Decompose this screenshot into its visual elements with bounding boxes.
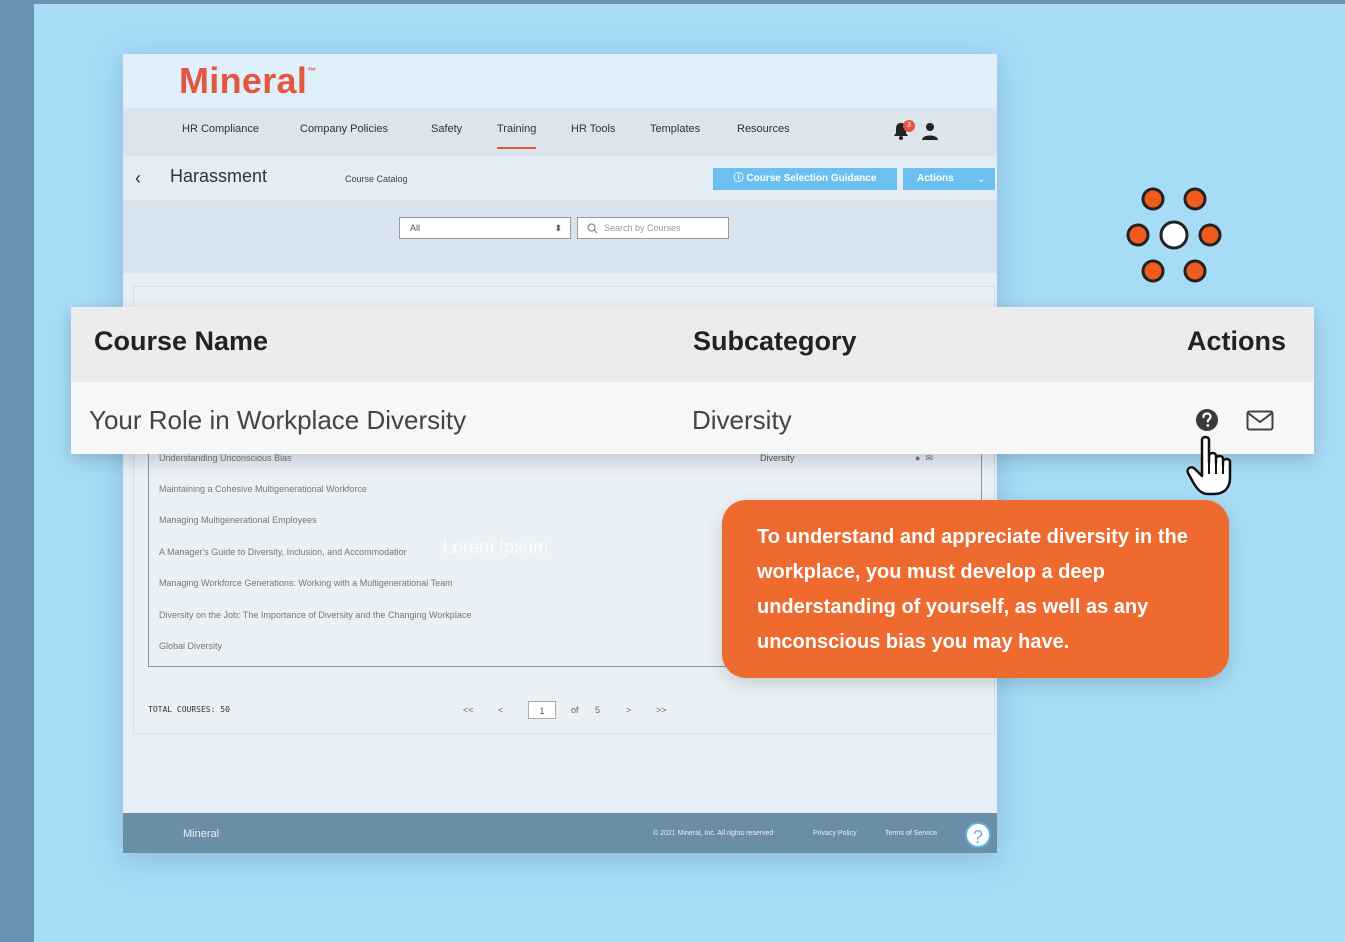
user-icon[interactable]: [921, 122, 939, 140]
help-circle-icon[interactable]: [1195, 408, 1219, 432]
course-row-name[interactable]: A Manager's Guide to Diversity, Inclusio…: [159, 547, 407, 557]
back-chevron-icon[interactable]: ‹: [135, 168, 141, 189]
column-header-subcategory[interactable]: Subcategory: [693, 326, 857, 357]
course-name[interactable]: Your Role in Workplace Diversity: [89, 405, 466, 436]
course-search-input[interactable]: Search by Courses: [577, 217, 729, 239]
select-arrows-icon: ⬍: [554, 223, 562, 233]
copyright: © 2021 Mineral, Inc. All rights reserved: [653, 830, 774, 837]
page-header: ‹ Harassment Course Catalog ⓘ Course Sel…: [123, 156, 997, 201]
course-selection-guidance-button[interactable]: ⓘ Course Selection Guidance: [713, 168, 897, 190]
total-courses: TOTAL COURSES: 50: [148, 705, 230, 714]
filter-bar: All ⬍ Search by Courses: [123, 201, 997, 273]
table-header: Course Name Subcategory Actions: [71, 307, 1314, 382]
left-edge-strip: [0, 0, 34, 942]
course-row-subcategory: Diversity: [760, 453, 795, 463]
brand-bar: Mineral™: [123, 54, 997, 108]
lorem-placeholder-text: Lorem Ipsum: [443, 537, 549, 557]
nav-resources[interactable]: Resources: [737, 123, 790, 135]
prev-page-button[interactable]: <: [498, 705, 503, 715]
row-action-icons[interactable]: ● ✉: [915, 453, 933, 464]
column-header-actions: Actions: [1187, 326, 1287, 356]
course-row-name[interactable]: Managing Workforce Generations: Working …: [159, 578, 453, 588]
breadcrumb[interactable]: Course Catalog: [345, 174, 408, 184]
hand-pointer-cursor-icon: [1186, 435, 1232, 496]
nav-templates[interactable]: Templates: [650, 123, 700, 135]
nav-hr-compliance[interactable]: HR Compliance: [182, 123, 259, 135]
chevron-down-icon: ⌄: [977, 174, 985, 184]
pagination: TOTAL COURSES: 50 << < 1 of 5 > >>: [148, 701, 982, 721]
mineral-logo[interactable]: Mineral™: [179, 60, 316, 102]
column-header-course-name[interactable]: Course Name: [94, 326, 268, 357]
notification-badge: 3: [903, 120, 915, 132]
footer: Mineral © 2021 Mineral, Inc. All rights …: [123, 813, 997, 853]
nav-hr-tools[interactable]: HR Tools: [571, 123, 615, 135]
nav-company-policies[interactable]: Company Policies: [300, 123, 388, 135]
search-icon: [587, 223, 598, 234]
course-row-name[interactable]: Understanding Unconscious Bias: [159, 453, 292, 463]
category-select[interactable]: All ⬍: [399, 217, 571, 239]
course-row-name[interactable]: Diversity on the Job: The Importance of …: [159, 610, 471, 620]
dots-decoration-icon: [1126, 187, 1222, 283]
next-page-button[interactable]: >: [626, 705, 631, 715]
nav-training[interactable]: Training: [497, 123, 537, 149]
page-title: Harassment: [170, 166, 268, 186]
course-subcategory: Diversity: [692, 405, 792, 435]
pager-of-label: of: [571, 705, 579, 715]
envelope-icon[interactable]: [1246, 410, 1274, 431]
privacy-policy-link[interactable]: Privacy Policy: [813, 830, 857, 837]
actions-dropdown-button[interactable]: Actions ⌄: [903, 168, 995, 190]
footer-logo: Mineral: [183, 828, 220, 840]
terms-of-service-link[interactable]: Terms of Service: [885, 830, 937, 837]
course-row-name[interactable]: Global Diversity: [159, 641, 222, 651]
first-page-button[interactable]: <<: [463, 705, 474, 715]
main-nav: HR Compliance Company Policies Safety Tr…: [123, 108, 997, 156]
last-page-button[interactable]: >>: [656, 705, 667, 715]
info-icon: ⓘ: [733, 173, 747, 184]
tooltip-text: To understand and appreciate diversity i…: [757, 526, 1188, 653]
total-pages: 5: [595, 705, 601, 715]
page-number-input[interactable]: 1: [528, 701, 556, 719]
course-row-name[interactable]: Managing Multigenerational Employees: [159, 515, 317, 525]
nav-safety[interactable]: Safety: [431, 123, 462, 135]
course-row-name[interactable]: Maintaining a Cohesive Multigenerational…: [159, 484, 367, 494]
help-button[interactable]: ?: [965, 822, 991, 848]
diversity-tooltip: To understand and appreciate diversity i…: [722, 500, 1229, 678]
zoomed-course-table: Course Name Subcategory Actions Your Rol…: [71, 307, 1314, 454]
top-edge-strip: [34, 0, 1345, 4]
table-row[interactable]: Your Role in Workplace Diversity Diversi…: [71, 382, 1314, 454]
